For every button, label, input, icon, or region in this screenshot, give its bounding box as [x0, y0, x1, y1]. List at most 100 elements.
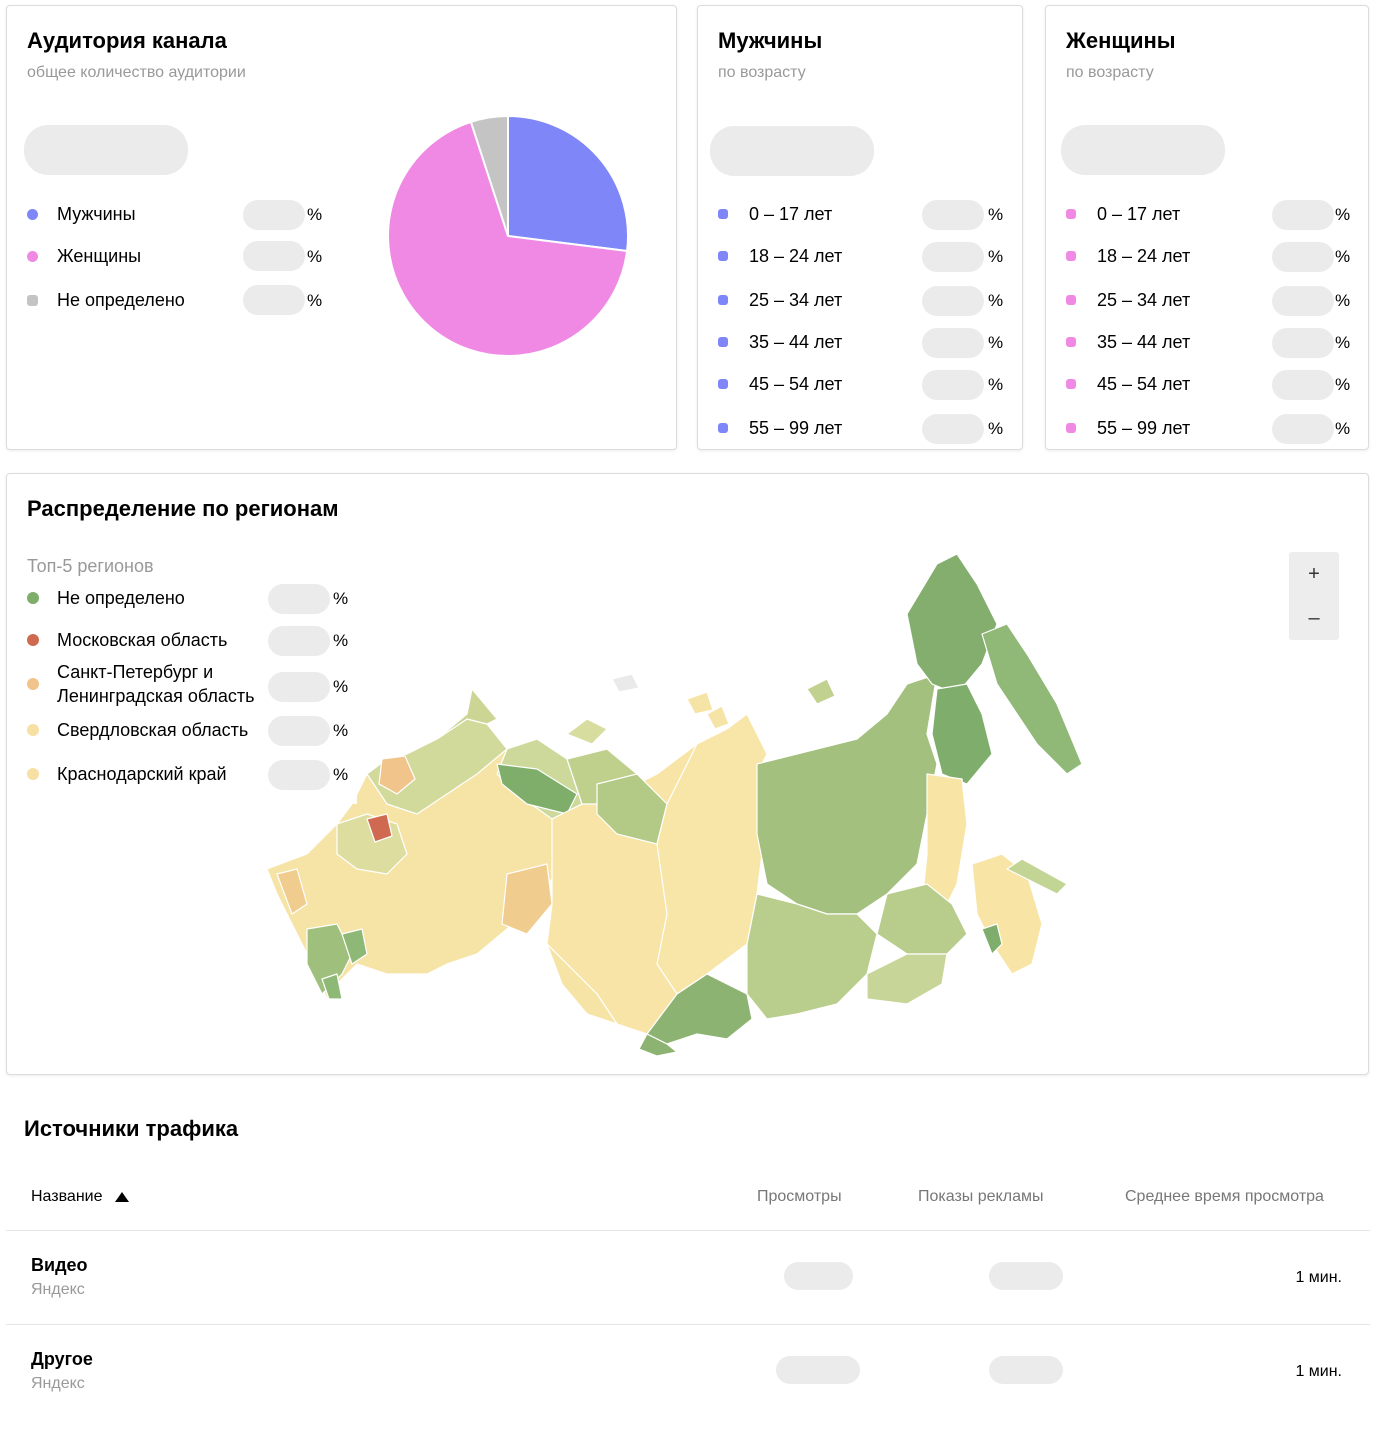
legend-dot-men	[27, 208, 38, 220]
legend-dot	[27, 724, 39, 736]
legend-dot	[1066, 295, 1076, 305]
percent-sign: %	[988, 291, 1004, 310]
percent-sign: %	[988, 247, 1004, 266]
audience-title: Аудитория канала	[27, 28, 227, 53]
region-label-line: Ленинградская область	[57, 686, 255, 706]
region-legend-item: Свердловская область	[27, 718, 248, 742]
zoom-out-button[interactable]: –	[1289, 596, 1339, 640]
audience-pie-chart	[387, 114, 629, 357]
percent-sign: %	[307, 205, 323, 224]
legend-label: Не определено	[57, 289, 185, 310]
age-group-label: 45 – 54 лет	[749, 373, 843, 394]
column-header-avg-time[interactable]: Среднее время просмотра	[1125, 1188, 1324, 1206]
legend-dot	[718, 251, 728, 261]
legend-dot	[718, 295, 728, 305]
value-placeholder	[922, 328, 984, 358]
percent-sign: %	[988, 375, 1004, 394]
age-group-item: 45 – 54 лет	[718, 369, 842, 399]
percent-sign: %	[1335, 333, 1351, 352]
percent-sign: %	[333, 765, 349, 784]
percent-sign: %	[333, 677, 349, 696]
age-group-label: 55 – 99 лет	[1097, 417, 1191, 438]
percent-sign: %	[333, 589, 349, 608]
value-placeholder	[268, 716, 330, 746]
top-regions-label: Топ-5 регионов	[27, 556, 154, 576]
men-title: Мужчины	[718, 28, 823, 53]
map-zoom-controls: + –	[1289, 552, 1339, 640]
views-placeholder	[784, 1262, 853, 1290]
legend-dot-women	[27, 250, 38, 262]
regions-legend: Топ-5 регионов Не определено% Московская …	[7, 544, 357, 804]
percent-sign: %	[307, 291, 323, 310]
region-label-line: Свердловская область	[57, 720, 249, 740]
legend-item-men: Мужчины	[27, 199, 136, 229]
percent-sign: %	[1335, 205, 1351, 224]
percent-sign: %	[1335, 291, 1351, 310]
women-age-card: Женщины по возрасту 0 – 17 лет% 18 – 24 л…	[1045, 5, 1369, 450]
value-placeholder	[922, 242, 984, 272]
column-header-views[interactable]: Просмотры	[757, 1188, 842, 1206]
percent-sign: %	[333, 721, 349, 740]
age-group-item: 35 – 44 лет	[718, 327, 842, 357]
region-label-line: Московская область	[57, 630, 228, 650]
age-group-label: 25 – 34 лет	[749, 289, 843, 310]
percent-sign: %	[333, 631, 349, 650]
ads-placeholder	[989, 1262, 1063, 1290]
age-group-label: 25 – 34 лет	[1097, 289, 1191, 310]
views-placeholder	[776, 1356, 860, 1384]
value-placeholder	[922, 370, 984, 400]
value-placeholder	[1272, 200, 1334, 230]
legend-dot	[27, 678, 39, 690]
age-group-label: 55 – 99 лет	[749, 417, 843, 438]
value-placeholder	[1272, 414, 1334, 444]
age-group-item: 55 – 99 лет	[718, 413, 842, 443]
value-placeholder	[268, 672, 330, 702]
percent-sign: %	[1335, 247, 1351, 266]
percent-sign: %	[1335, 375, 1351, 394]
age-group-item: 25 – 34 лет	[718, 285, 842, 315]
audience-card: Аудитория канала общее количество аудито…	[6, 5, 677, 450]
region-label: Санкт-Петербург и Ленинградская область	[57, 660, 255, 708]
women-title: Женщины	[1066, 28, 1176, 53]
legend-dot	[1066, 251, 1076, 261]
traffic-title: Источники трафика	[24, 1116, 239, 1141]
value-placeholder	[268, 584, 330, 614]
age-group-label: 35 – 44 лет	[1097, 331, 1191, 352]
legend-dot-undefined	[27, 294, 38, 306]
region-label-line: Не определено	[57, 588, 185, 608]
value-placeholder	[1272, 370, 1334, 400]
age-group-label: 18 – 24 лет	[749, 245, 843, 266]
percent-sign: %	[988, 333, 1004, 352]
age-group-item: 18 – 24 лет	[1066, 241, 1190, 271]
percent-sign: %	[988, 419, 1004, 438]
age-group-label: 45 – 54 лет	[1097, 373, 1191, 394]
row-source: Яндекс	[31, 1281, 85, 1298]
pie-slice-0[interactable]	[507, 114, 629, 253]
men-subtitle: по возрасту	[718, 64, 806, 81]
value-placeholder	[922, 414, 984, 444]
column-header-name[interactable]: Название	[31, 1188, 129, 1206]
percent-sign: %	[307, 247, 323, 266]
value-placeholder	[1272, 328, 1334, 358]
value-placeholder	[1272, 242, 1334, 272]
column-header-ads[interactable]: Показы рекламы	[918, 1188, 1043, 1206]
age-group-label: 18 – 24 лет	[1097, 245, 1191, 266]
legend-item-undefined: Не определено	[27, 285, 185, 315]
legend-dot	[1066, 337, 1076, 347]
legend-dot	[1066, 209, 1076, 219]
value-placeholder	[922, 286, 984, 316]
regions-card: Распределение по регионам Топ-5 регионов…	[6, 473, 1369, 1075]
row-title: Другое	[31, 1349, 93, 1369]
value-placeholder	[243, 285, 305, 315]
age-group-item: 35 – 44 лет	[1066, 327, 1190, 357]
region-label-line: Санкт-Петербург и	[57, 662, 214, 682]
legend-dot	[27, 768, 39, 780]
zoom-in-button[interactable]: +	[1289, 552, 1339, 596]
value-placeholder	[1272, 286, 1334, 316]
legend-item-women: Женщины	[27, 241, 141, 271]
value-placeholder	[243, 241, 305, 271]
region-label: Московская область	[57, 628, 227, 652]
row-avg-time: 1 мин.	[1295, 1269, 1342, 1286]
percent-sign: %	[1335, 419, 1351, 438]
ads-placeholder	[989, 1356, 1063, 1384]
